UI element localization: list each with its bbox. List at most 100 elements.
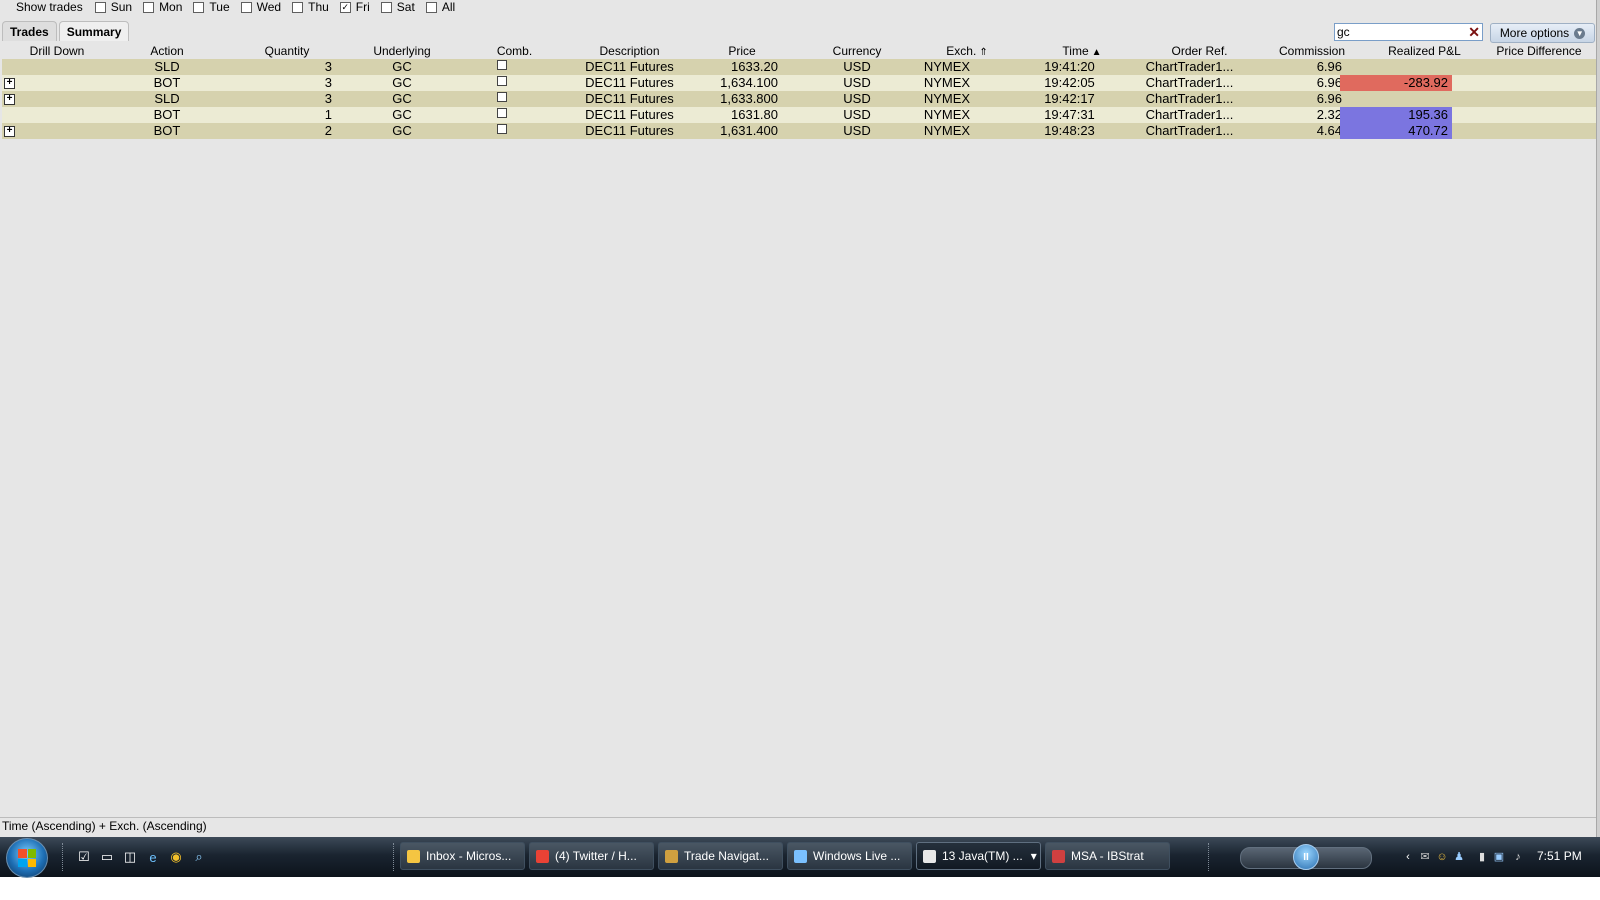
day-filter-wed[interactable]: Wed — [240, 0, 282, 14]
col-price[interactable]: Price — [682, 43, 802, 59]
cell-underlying: GC — [392, 91, 412, 106]
day-checkbox[interactable] — [240, 1, 252, 13]
comb-checkbox[interactable] — [497, 107, 507, 118]
cell-price: 1,634.100 — [720, 75, 778, 90]
day-filter-mon[interactable]: Mon — [143, 0, 182, 14]
table-row[interactable]: + BOT 2 GC DEC11 Futures 1,631.400 USD NYMEX 19:… — [2, 123, 1596, 139]
cell-underlying: GC — [392, 107, 412, 122]
taskbar: ☑ ▭ ◫ e ◉ ⌕ Inbox - Micros... (4) Twitter… — [0, 837, 1600, 878]
volume-icon[interactable]: ♪ — [1512, 851, 1524, 863]
col-order-ref[interactable]: Order Ref. — [1142, 43, 1257, 59]
cell-action: BOT — [153, 75, 181, 90]
col-commission[interactable]: Commission — [1257, 43, 1367, 59]
expand-icon[interactable]: + — [4, 78, 15, 89]
start-button[interactable] — [6, 838, 48, 878]
table-row[interactable]: + SLD 3 GC DEC11 Futures 1,633.800 USD NYMEX 19:… — [2, 91, 1596, 107]
col-action[interactable]: Action — [112, 43, 222, 59]
cell-comb — [452, 75, 552, 91]
cell-action: BOT — [153, 107, 181, 122]
col-underlying[interactable]: Underlying — [352, 43, 452, 59]
clock[interactable]: 7:51 PM — [1537, 849, 1582, 863]
taskbar-button[interactable]: 13 Java(TM) ... ▾ — [916, 842, 1041, 870]
day-filter-thu[interactable]: Thu — [292, 0, 329, 14]
ibstrat-icon — [1052, 849, 1065, 863]
table-header: Drill Down Action Quantity Underlying Co… — [2, 43, 1596, 59]
taskbar-button[interactable]: (4) Twitter / H... — [529, 842, 654, 870]
col-realized-pnl[interactable]: Realized P&L — [1367, 43, 1482, 59]
comb-checkbox[interactable] — [497, 123, 507, 134]
table-row[interactable]: BOT 1 GC DEC11 Futures 1631.80 USD NYMEX 19:47:… — [2, 107, 1596, 123]
col-quantity-label: Quantity — [264, 44, 310, 58]
table-row[interactable]: + BOT 3 GC DEC11 Futures 1,634.100 USD NYMEX 19:… — [2, 75, 1596, 91]
toolbar-grip[interactable] — [62, 843, 67, 871]
col-drill-down[interactable]: Drill Down — [2, 43, 112, 59]
table-row[interactable]: SLD 3 GC DEC11 Futures 1633.20 USD NYMEX 19:41:… — [2, 59, 1596, 75]
window-switch-icon[interactable]: ◫ — [122, 849, 138, 865]
day-filter-fri[interactable]: ✓ Fri — [339, 0, 370, 14]
close-icon[interactable]: ✕ — [1468, 24, 1480, 40]
day-checkbox[interactable] — [292, 1, 304, 13]
day-filter-sun[interactable]: Sun — [94, 0, 132, 14]
sort-ascending-icon: ⇑ — [979, 47, 988, 58]
cell-realized-pnl: 470.72 — [1340, 123, 1452, 139]
internet-explorer-icon[interactable]: e — [145, 849, 161, 865]
chevron-left-icon[interactable]: ‹ — [1402, 851, 1414, 863]
monitor-icon[interactable]: ▣ — [1493, 851, 1505, 863]
day-filter-tue[interactable]: Tue — [193, 0, 230, 14]
cell-quantity: 2 — [324, 123, 332, 138]
col-price-difference[interactable]: Price Difference — [1482, 43, 1596, 59]
day-checkbox[interactable] — [425, 1, 437, 13]
col-description[interactable]: Description — [577, 43, 682, 59]
search-input[interactable] — [1335, 25, 1467, 39]
show-trades-bar: Show trades Sun Mon Tue Wed Thu ✓ Fri Sat All — [16, 0, 466, 14]
col-exch[interactable]: Exch. ⇑ — [912, 43, 1022, 59]
taskbar-button[interactable]: Inbox - Micros... — [400, 842, 525, 870]
taskbar-button[interactable]: Trade Navigat... — [658, 842, 783, 870]
tab-summary[interactable]: Summary — [58, 21, 130, 41]
more-options-button[interactable]: More options ▼ — [1490, 23, 1595, 43]
chevron-down-icon[interactable]: ▾ — [1031, 849, 1037, 863]
cell-underlying: GC — [392, 75, 412, 90]
day-checkbox[interactable] — [143, 1, 155, 13]
col-currency[interactable]: Currency — [802, 43, 912, 59]
chrome-icon — [536, 849, 549, 863]
network-icon[interactable]: ✉ — [1419, 851, 1431, 863]
col-exch-label: Exch. — [946, 44, 977, 58]
expand-icon[interactable]: + — [4, 126, 15, 137]
taskbar-button[interactable]: MSA - IBStrat — [1045, 842, 1170, 870]
cell-commission: 6.96 — [1316, 91, 1342, 106]
show-desktop-icon[interactable]: ☑ — [76, 849, 92, 865]
battery-icon[interactable]: ▮ — [1476, 851, 1488, 863]
col-time[interactable]: Time ▲ — [1022, 43, 1142, 59]
day-filter-sat[interactable]: Sat — [380, 0, 415, 14]
pause-icon[interactable]: II — [1293, 844, 1319, 870]
messenger-icon[interactable]: ☺ — [1436, 851, 1448, 863]
tab-trades[interactable]: Trades — [2, 21, 57, 41]
trade-navigator-icon — [665, 849, 678, 863]
toolbar-grip[interactable] — [1208, 843, 1213, 871]
expand-icon[interactable]: + — [4, 94, 15, 105]
col-comb[interactable]: Comb. — [452, 43, 577, 59]
col-price-difference-label: Price Difference — [1496, 44, 1582, 58]
day-checkbox[interactable] — [380, 1, 392, 13]
cell-price-difference — [1482, 75, 1596, 91]
windows-live-icon — [794, 849, 807, 863]
users-icon[interactable]: ♟ — [1453, 851, 1465, 863]
cell-order-ref: ChartTrader1... — [1145, 59, 1234, 74]
col-quantity[interactable]: Quantity — [222, 43, 352, 59]
day-filter-all[interactable]: All — [425, 0, 455, 14]
day-label: Wed — [256, 0, 282, 14]
search-icon[interactable]: ⌕ — [191, 849, 207, 865]
chrome-icon[interactable]: ◉ — [168, 849, 184, 865]
computer-icon[interactable]: ▭ — [99, 849, 115, 865]
day-checkbox[interactable] — [94, 1, 106, 13]
comb-checkbox[interactable] — [497, 91, 507, 102]
day-checkbox[interactable]: ✓ — [339, 1, 351, 13]
taskbar-button[interactable]: Windows Live ... — [787, 842, 912, 870]
taskbar-button-label: (4) Twitter / H... — [555, 849, 637, 863]
comb-checkbox[interactable] — [497, 59, 507, 70]
day-checkbox[interactable] — [193, 1, 205, 13]
status-bar: Time (Ascending) + Exch. (Ascending) — [0, 817, 1598, 835]
comb-checkbox[interactable] — [497, 75, 507, 86]
toolbar-grip[interactable] — [393, 843, 398, 871]
